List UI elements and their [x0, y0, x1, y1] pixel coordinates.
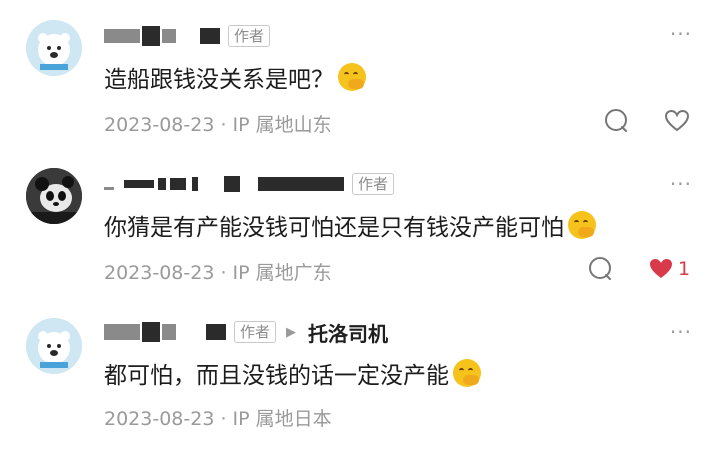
redacted-name — [124, 180, 154, 188]
comment-icon[interactable] — [604, 108, 630, 134]
redacted-name — [258, 177, 344, 191]
redacted-name — [170, 178, 186, 190]
blush-emoji-icon — [338, 63, 366, 91]
more-icon[interactable]: ··· — [670, 22, 692, 46]
redacted-name — [158, 178, 166, 190]
author-name[interactable]: 作者 ▶ 托洛司机 — [104, 318, 388, 346]
redacted-name — [104, 186, 114, 190]
comment-item: 作者 ▶ 托洛司机 ··· 都可怕，而且没钱的话一定没产能 2023-08-23… — [0, 300, 720, 455]
comment-text: 都可怕，而且没钱的话一定没产能 — [104, 356, 481, 390]
bear-avatar-icon — [26, 20, 82, 76]
redacted-name — [104, 324, 140, 340]
comment-item: 作者 ··· 造船跟钱没关系是吧？ 2023-08-23 · IP 属地山东 — [0, 0, 720, 150]
author-name[interactable]: 作者 — [104, 22, 271, 50]
reply-to-name[interactable]: 托洛司机 — [308, 318, 388, 347]
like-button[interactable]: 1 — [648, 257, 690, 281]
redacted-name — [206, 324, 226, 340]
author-badge: 作者 — [228, 25, 271, 47]
comment-body: 造船跟钱没关系是吧？ — [104, 67, 334, 93]
avatar[interactable] — [26, 20, 82, 76]
avatar[interactable] — [26, 168, 82, 224]
bear-avatar-icon — [26, 318, 82, 374]
comment-meta: 2023-08-23 · IP 属地广东 — [104, 262, 332, 284]
blush-emoji-icon — [568, 211, 596, 239]
redacted-name — [104, 29, 140, 43]
comment-text: 你猜是有产能没钱可怕还是只有钱没产能可怕 — [104, 208, 596, 242]
redacted-name — [142, 26, 160, 46]
redacted-name — [142, 322, 160, 342]
author-name[interactable]: 作者 — [104, 170, 395, 198]
comment-meta: 2023-08-23 · IP 属地山东 — [104, 114, 332, 136]
comment-item: 作者 ··· 你猜是有产能没钱可怕还是只有钱没产能可怕 2023-08-23 ·… — [0, 150, 720, 300]
panda-avatar-icon — [26, 168, 82, 224]
redacted-name — [200, 28, 220, 44]
avatar[interactable] — [26, 318, 82, 374]
comment-body: 都可怕，而且没钱的话一定没产能 — [104, 363, 449, 389]
more-icon[interactable]: ··· — [670, 172, 692, 196]
heart-filled-icon — [650, 259, 672, 278]
comment-meta: 2023-08-23 · IP 属地日本 — [104, 408, 332, 430]
author-badge: 作者 — [234, 321, 277, 343]
comment-body: 你猜是有产能没钱可怕还是只有钱没产能可怕 — [104, 215, 564, 241]
comment-text: 造船跟钱没关系是吧？ — [104, 60, 366, 94]
comment-icon[interactable] — [588, 256, 614, 282]
heart-icon[interactable] — [664, 109, 690, 133]
reply-arrow-icon: ▶ — [286, 324, 297, 340]
more-icon[interactable]: ··· — [670, 320, 692, 344]
like-count: 1 — [678, 258, 691, 280]
redacted-name — [162, 324, 176, 340]
redacted-name — [224, 176, 240, 192]
author-badge: 作者 — [352, 173, 395, 195]
redacted-name — [192, 177, 198, 191]
redacted-name — [162, 29, 176, 43]
blush-emoji-icon — [453, 359, 481, 387]
